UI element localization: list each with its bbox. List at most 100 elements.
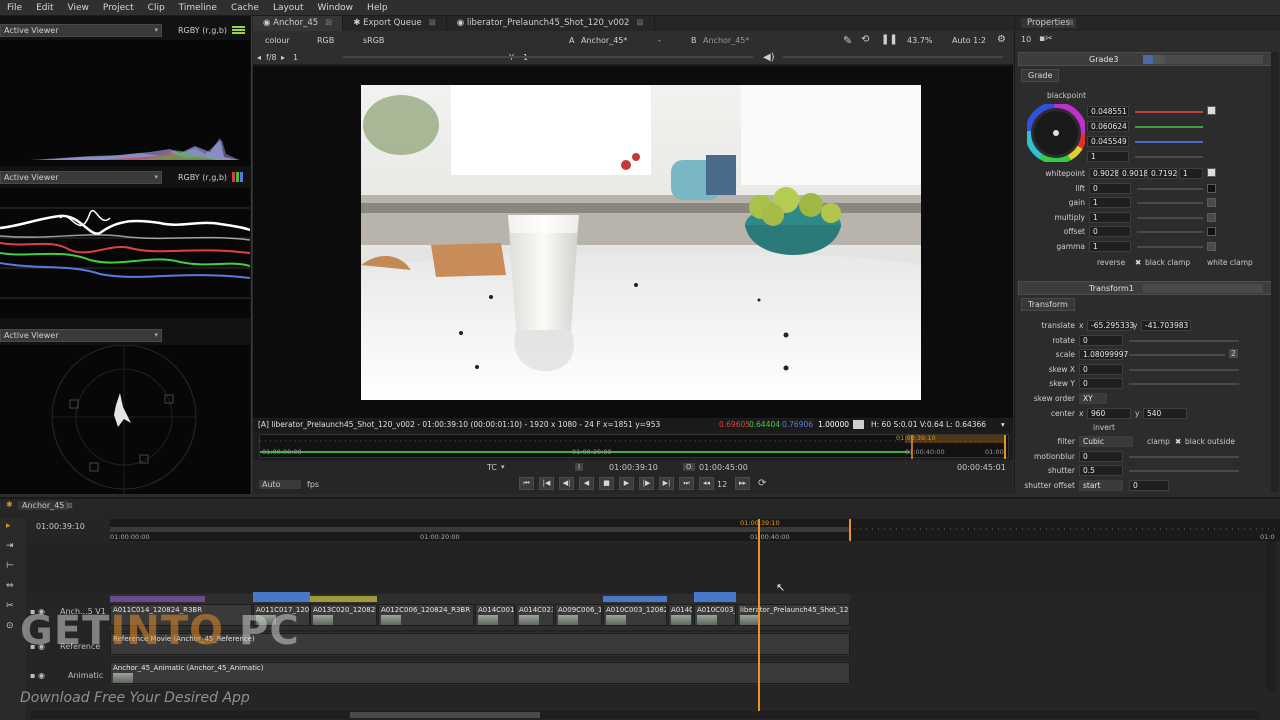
out-timecode[interactable]: 01:00:45:00 <box>699 463 748 472</box>
lift-slider[interactable] <box>1137 188 1203 190</box>
timeline-ruler[interactable]: 01:00:00:00 01:00:20:00 01:00:40:00 01:0… <box>110 519 1280 541</box>
current-timecode[interactable]: 01:00:39:10 <box>609 463 658 472</box>
skewy-slider[interactable] <box>1129 383 1239 385</box>
wipe-select[interactable]: - <box>658 36 661 45</box>
tab-transform[interactable]: Transform <box>1021 298 1075 311</box>
clip[interactable]: A013C020_120825 <box>310 604 377 626</box>
lift-field[interactable]: 0 <box>1089 183 1131 194</box>
rgb-bars-icon[interactable] <box>232 172 245 182</box>
transform-node-name[interactable]: Transform1 <box>1089 284 1134 293</box>
clip[interactable]: A014C <box>668 604 693 626</box>
scale-split-button[interactable]: 2 <box>1229 349 1238 358</box>
frame-step-left-icon[interactable]: ◂ <box>257 53 261 62</box>
close-icon[interactable]: ⊠ <box>1067 18 1074 27</box>
razor-tool-icon[interactable]: ✂ <box>6 601 19 612</box>
scrollbar-thumb[interactable] <box>350 712 540 718</box>
zoom-select[interactable]: 43.7% <box>907 36 932 45</box>
tab-export-queue[interactable]: ✱ Export Queue ⊠ <box>343 16 447 31</box>
clip[interactable]: liberator_Prelaunch45_Shot_120 <box>737 604 850 626</box>
color-picker-button[interactable] <box>1207 106 1216 115</box>
multi-select-tool-icon[interactable]: ⇥ <box>6 541 19 552</box>
gain-slider-prop[interactable] <box>1137 202 1203 204</box>
menu-lines-icon[interactable] <box>232 25 245 35</box>
rgby-mode-label[interactable]: RGBY (r,g,b) <box>178 173 227 182</box>
multiply-slider[interactable] <box>1137 217 1203 219</box>
track-name-animatic[interactable]: Animatic <box>68 671 103 680</box>
filter-select[interactable]: Cubic <box>1079 436 1133 447</box>
clip[interactable]: A010C003_120823 <box>603 604 667 626</box>
blackpoint-r-slider[interactable] <box>1135 111 1203 113</box>
chevron-down-icon[interactable]: ▾ <box>1001 420 1005 429</box>
gamma-slider[interactable] <box>783 56 1003 58</box>
color-wheel[interactable] <box>1025 102 1087 164</box>
color-swatch-black[interactable] <box>1207 184 1216 193</box>
tab-grade[interactable]: Grade <box>1021 69 1060 82</box>
skewx-slider[interactable] <box>1129 369 1239 371</box>
rotate-slider[interactable] <box>1129 340 1239 342</box>
whitepoint-g[interactable]: 0.9018 <box>1118 168 1148 179</box>
step-back-icon[interactable]: ◀| <box>559 477 574 490</box>
translate-x-field[interactable]: -65.295333 <box>1087 320 1134 331</box>
whitepoint-b[interactable]: 0.7192 <box>1147 168 1177 179</box>
close-icon[interactable]: ⊠ <box>325 18 332 28</box>
clip[interactable]: A014C001 <box>475 604 515 626</box>
gamma-field[interactable]: 1 <box>1089 241 1131 252</box>
scale-slider[interactable] <box>1129 354 1225 356</box>
menu-file[interactable]: File <box>0 3 29 13</box>
clamp-checkbox[interactable]: clamp <box>1147 437 1170 446</box>
close-icon[interactable]: ⊠ <box>66 501 73 510</box>
go-start-icon[interactable]: ⏮ <box>519 477 534 490</box>
channels-select[interactable]: RGB <box>317 36 334 45</box>
blackpoint-r[interactable]: 0.048551 <box>1087 106 1129 117</box>
speaker-icon[interactable]: ◀) <box>763 52 775 63</box>
stop-icon[interactable]: ■ <box>599 477 614 490</box>
clip[interactable]: A014C023 <box>516 604 554 626</box>
in-marker-button[interactable]: I <box>575 463 584 471</box>
next-keyframe-icon[interactable]: ▶| <box>659 477 674 490</box>
menu-window[interactable]: Window <box>311 3 361 13</box>
slip-tool-icon[interactable]: ⇔ <box>6 581 19 592</box>
shutter-offset-select[interactable]: start <box>1079 480 1123 491</box>
loop-icon[interactable]: ⟳ <box>758 478 766 489</box>
menu-clip[interactable]: Clip <box>141 3 172 13</box>
refresh-icon[interactable]: ⟲ <box>861 34 869 45</box>
blackpoint-b[interactable]: 0.045549 <box>1087 136 1129 147</box>
effect-bar[interactable] <box>253 592 310 602</box>
lock-eye-icons[interactable]: ▪ ◉ <box>30 671 45 680</box>
input-b-select[interactable]: Anchor_45* <box>703 36 749 45</box>
translate-y-field[interactable]: -41.703983 <box>1141 320 1191 331</box>
timeline-v-scrollbar[interactable] <box>1266 541 1276 691</box>
center-x-field[interactable]: 960 <box>1087 408 1131 419</box>
menu-project[interactable]: Project <box>96 3 141 13</box>
shutter-slider[interactable] <box>1129 470 1239 472</box>
max-panels-field[interactable]: 10 <box>1021 35 1031 44</box>
out-marker-button[interactable]: O <box>683 463 695 471</box>
close-icon[interactable]: ⊠ <box>429 18 436 28</box>
step-count[interactable]: 12 <box>717 480 727 489</box>
rotate-field[interactable]: 0 <box>1079 335 1123 346</box>
transform-node-header[interactable]: Transform1 <box>1018 281 1278 295</box>
black-outside-checkbox[interactable]: black outside <box>1185 437 1235 446</box>
shutter-offset-field[interactable]: 0 <box>1129 480 1169 491</box>
offset-slider[interactable] <box>1137 231 1203 233</box>
multiply-field[interactable]: 1 <box>1089 212 1131 223</box>
offset-field[interactable]: 0 <box>1089 226 1131 237</box>
motionblur-field[interactable]: 0 <box>1079 451 1123 462</box>
white-clamp-checkbox[interactable]: white clamp <box>1207 258 1253 267</box>
menu-edit[interactable]: Edit <box>29 3 60 13</box>
clip[interactable]: A009C006_12 <box>555 604 602 626</box>
gamma-slider-prop[interactable] <box>1137 246 1203 248</box>
color-swatch[interactable] <box>1207 242 1216 251</box>
color-swatch[interactable] <box>1207 213 1216 222</box>
scale-field[interactable]: 1.08099997 <box>1079 349 1128 360</box>
close-icon[interactable]: ⊠ <box>636 18 643 28</box>
auto-select[interactable]: Auto <box>259 480 301 489</box>
motionblur-slider[interactable] <box>1129 456 1239 458</box>
tab-anchor-45[interactable]: ◉ Anchor_45 ⊠ <box>253 16 344 31</box>
blackpoint-g[interactable]: 0.060624 <box>1087 121 1129 132</box>
tab-shot[interactable]: ◉ liberator_Prelaunch45_Shot_120_v002 ⊠ <box>447 16 655 31</box>
colour-select[interactable]: colour <box>265 36 290 45</box>
animatic-clip[interactable]: Anchor_45_Animatic (Anchor_45_Animatic) <box>110 662 850 684</box>
play-icon[interactable]: ▶ <box>619 477 634 490</box>
menu-layout[interactable]: Layout <box>266 3 311 13</box>
